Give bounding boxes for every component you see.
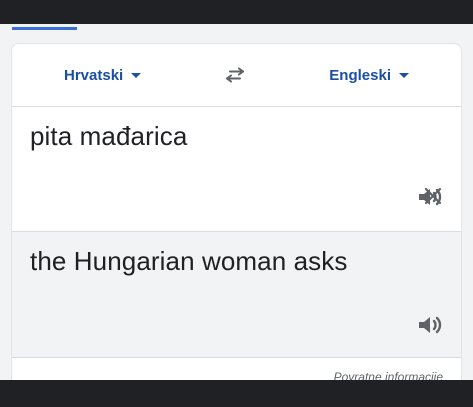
active-tab-indicator — [12, 27, 77, 30]
source-text-pane[interactable]: pita mađarica — [12, 107, 461, 232]
chevron-down-icon — [399, 72, 409, 78]
target-language-label: Engleski — [329, 66, 391, 84]
target-language-select[interactable]: Engleski — [329, 67, 409, 84]
swap-languages-button[interactable] — [219, 59, 251, 91]
translation-output-pane: the Hungarian woman asks — [12, 232, 461, 358]
screenshot-frame: Hrvatski Engleski pita mađarica the Hung… — [0, 0, 473, 407]
swap-languages-icon — [226, 67, 245, 83]
bottom-dark-bar — [0, 380, 473, 407]
speaker-icon — [419, 188, 442, 206]
translated-text: the Hungarian woman asks — [30, 246, 348, 276]
language-selector-bar: Hrvatski Engleski — [12, 44, 461, 107]
source-language-label: Hrvatski — [64, 66, 124, 84]
chevron-down-icon — [131, 72, 142, 78]
source-text-input[interactable]: pita mađarica — [30, 121, 187, 152]
top-dark-bar — [0, 0, 473, 24]
translation-speaker-button[interactable] — [415, 312, 445, 338]
source-language-select[interactable]: Hrvatski — [64, 66, 142, 84]
translation-card: Hrvatski Engleski pita mađarica the Hung… — [11, 43, 462, 388]
speaker-icon — [419, 316, 442, 334]
source-speaker-button[interactable] — [415, 184, 445, 210]
